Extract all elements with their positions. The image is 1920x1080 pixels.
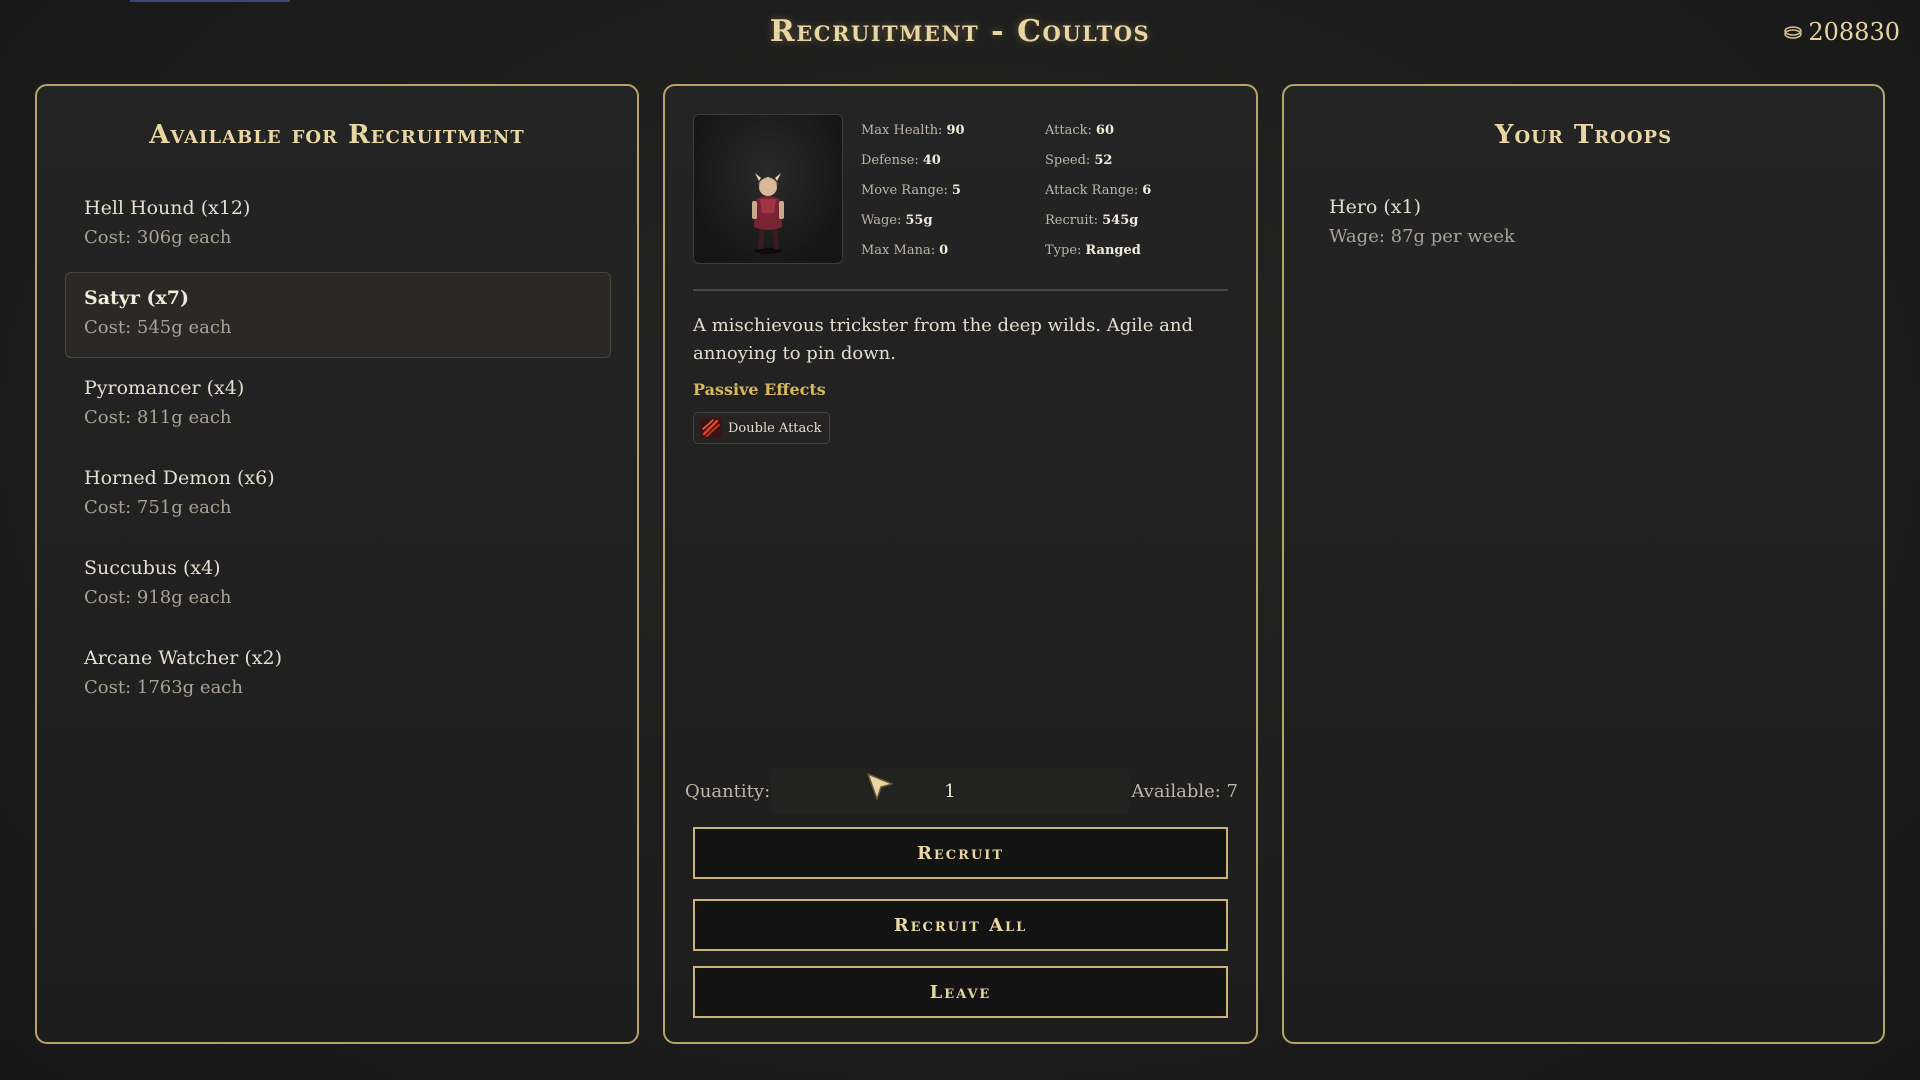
list-item[interactable]: Horned Demon (x6) Cost: 751g each	[65, 452, 611, 538]
claw-slash-icon	[700, 418, 722, 438]
recruit-cost: Cost: 811g each	[84, 407, 232, 428]
troops-list: Hero (x1) Wage: 87g per week	[1329, 182, 1515, 252]
list-item[interactable]: Succubus (x4) Cost: 918g each	[65, 542, 611, 628]
recruit-cost: Cost: 918g each	[84, 587, 232, 608]
troops-heading: Your Troops	[1494, 120, 1673, 150]
unit-portrait	[693, 114, 843, 264]
your-troops-panel: Your Troops Hero (x1) Wage: 87g per week	[1282, 84, 1885, 1044]
page-title: Recruitment - Coultos	[769, 14, 1151, 49]
recruit-name: Succubus (x4)	[84, 557, 221, 579]
recruit-name: Hell Hound (x12)	[84, 197, 251, 219]
recruit-all-button[interactable]: Recruit All	[693, 899, 1228, 951]
quantity-row: Quantity: Available: 7	[685, 768, 1238, 814]
stat-recruit: Recruit: 545g	[1045, 213, 1139, 228]
recruit-name: Satyr (x7)	[84, 287, 190, 309]
stat-defense: Defense: 40	[861, 153, 941, 168]
recruit-name: Arcane Watcher (x2)	[84, 647, 283, 669]
passive-effects-title: Passive Effects	[693, 380, 826, 399]
unit-description: A mischievous trickster from the deep wi…	[693, 315, 1194, 364]
list-item[interactable]: Hell Hound (x12) Cost: 306g each	[65, 182, 611, 268]
quantity-label: Quantity:	[685, 780, 771, 802]
list-item[interactable]: Arcane Watcher (x2) Cost: 1763g each	[65, 632, 611, 718]
leave-button[interactable]: Leave	[693, 966, 1228, 1018]
troop-wage: Wage: 87g per week	[1329, 226, 1515, 247]
passive-effect-chip[interactable]: Double Attack	[693, 412, 831, 444]
available-recruits-panel: Available for Recruitment Hell Hound (x1…	[35, 84, 639, 1044]
quantity-input[interactable]	[771, 768, 1129, 814]
recruit-list: Hell Hound (x12) Cost: 306g each Satyr (…	[65, 182, 611, 722]
gold-display: 208830	[1782, 18, 1900, 46]
stat-max-health: Max Health: 90	[861, 123, 965, 138]
recruit-name: Horned Demon (x6)	[84, 467, 275, 489]
available-heading: Available for Recruitment	[149, 120, 525, 150]
recruit-cost: Cost: 306g each	[84, 227, 232, 248]
stat-move-range: Move Range: 5	[861, 183, 961, 198]
recruit-cost: Cost: 1763g each	[84, 677, 243, 698]
satyr-sprite-icon	[752, 173, 784, 254]
stat-max-mana: Max Mana: 0	[861, 243, 949, 258]
list-item-selected[interactable]: Satyr (x7) Cost: 545g each	[65, 272, 611, 358]
recruit-cost: Cost: 545g each	[84, 317, 232, 338]
troop-name: Hero (x1)	[1329, 196, 1422, 218]
stat-wage: Wage: 55g	[861, 213, 933, 228]
recruit-cost: Cost: 751g each	[84, 497, 232, 518]
stat-attack: Attack: 60	[1045, 123, 1114, 138]
list-item[interactable]: Pyromancer (x4) Cost: 811g each	[65, 362, 611, 448]
available-count: Available: 7	[1131, 780, 1238, 802]
stat-speed: Speed: 52	[1045, 153, 1113, 168]
coins-icon	[1784, 26, 1803, 39]
gold-amount: 208830	[1808, 18, 1900, 46]
stat-attack-range: Attack Range: 6	[1045, 183, 1152, 198]
passive-effect-name: Double Attack	[728, 420, 822, 436]
recruit-button[interactable]: Recruit	[693, 827, 1228, 879]
top-edge-accent	[130, 0, 290, 2]
unit-details-panel: Max Health: 90 Attack: 60 Defense: 40 Speed…	[663, 84, 1258, 1044]
stat-type: Type: Ranged	[1045, 243, 1141, 258]
mouse-cursor-icon	[867, 773, 893, 800]
divider	[693, 289, 1228, 291]
unit-stats: Max Health: 90 Attack: 60 Defense: 40 Speed…	[861, 116, 1231, 266]
recruit-name: Pyromancer (x4)	[84, 377, 245, 399]
list-item[interactable]: Hero (x1) Wage: 87g per week	[1329, 192, 1515, 252]
